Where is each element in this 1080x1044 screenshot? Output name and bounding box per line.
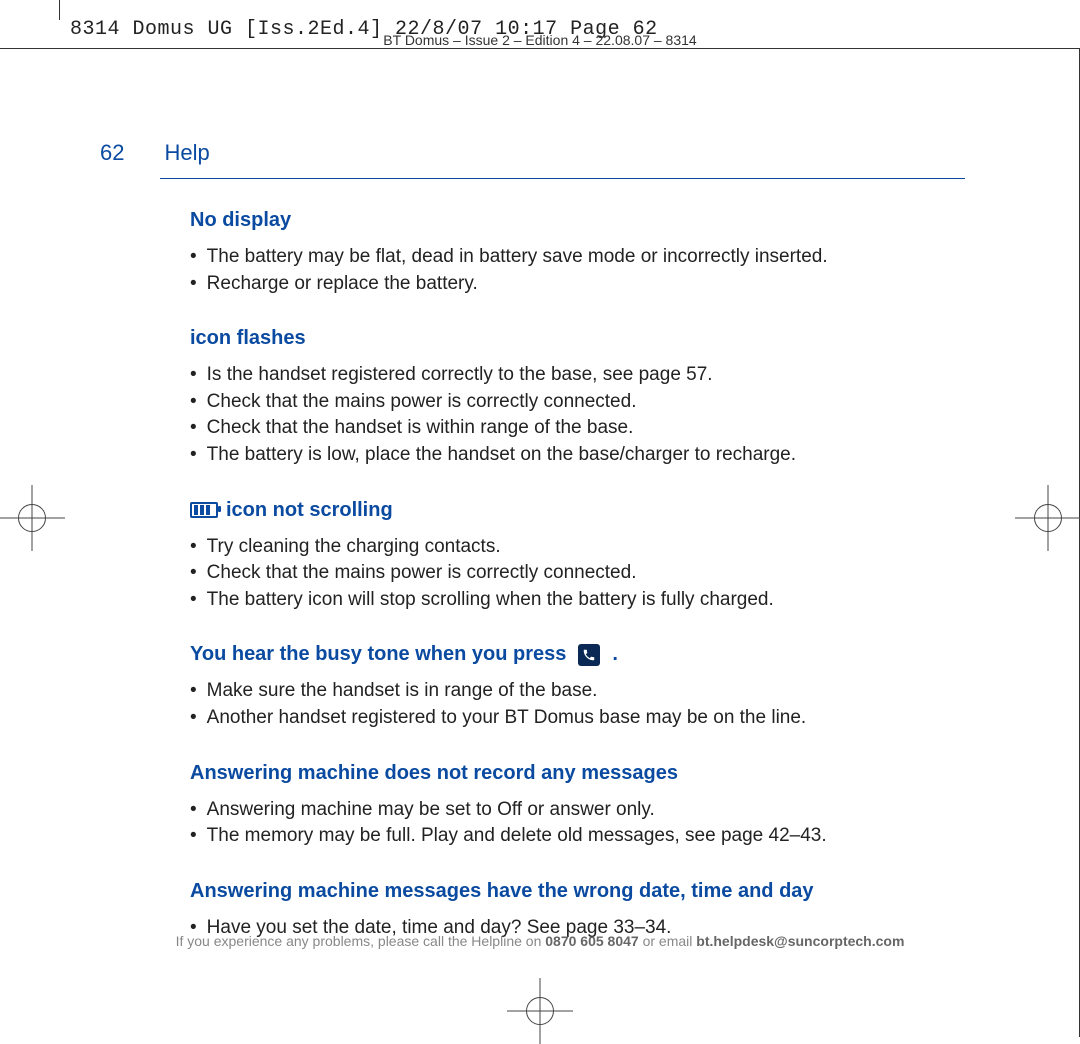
subheading-busy-tone: You hear the busy tone when you press .: [190, 643, 965, 666]
list-busy-tone: Make sure the handset is in range of the…: [190, 678, 965, 731]
list-item: The battery is low, place the handset on…: [190, 442, 965, 469]
list-item: Recharge or replace the battery.: [190, 271, 965, 298]
list-icon-not-scrolling: Try cleaning the charging contacts. Chec…: [190, 534, 965, 614]
subheading-icon-not-scrolling: icon not scrolling: [190, 499, 965, 522]
subheading-text-b: .: [612, 643, 618, 666]
subheading-am-wrong-date: Answering machine messages have the wron…: [190, 880, 965, 903]
subheading-icon-flashes: icon flashes: [190, 327, 965, 350]
list-item: The battery may be flat, dead in battery…: [190, 244, 965, 271]
list-no-display: The battery may be flat, dead in battery…: [190, 244, 965, 297]
list-item: Is the handset registered correctly to t…: [190, 362, 965, 389]
subheading-no-display: No display: [190, 209, 965, 232]
footer-text-pre: If you experience any problems, please c…: [176, 933, 546, 949]
list-item: Make sure the handset is in range of the…: [190, 678, 965, 705]
list-item: The memory may be full. Play and delete …: [190, 823, 965, 850]
section-title: Help: [164, 140, 209, 166]
footer-email: bt.helpdesk@suncorptech.com: [696, 933, 904, 949]
footer-phone: 0870 605 8047: [545, 933, 638, 949]
page-number: 62: [100, 140, 124, 166]
list-item: Another handset registered to your BT Do…: [190, 705, 965, 732]
title-rule: [160, 178, 965, 179]
subheading-text: icon not scrolling: [226, 499, 393, 522]
call-key-icon: [578, 644, 600, 666]
crop-mark: [0, 48, 60, 49]
list-item: The battery icon will stop scrolling whe…: [190, 587, 965, 614]
battery-icon: [190, 502, 218, 518]
subheading-text: icon flashes: [190, 327, 306, 350]
subheading-am-no-record: Answering machine does not record any me…: [190, 762, 965, 785]
doc-version-header: BT Domus – Issue 2 – Edition 4 – 22.08.0…: [0, 32, 1080, 48]
footer-help: If you experience any problems, please c…: [0, 933, 1080, 949]
footer-text-mid: or email: [643, 933, 697, 949]
page-content: 62 Help No display The battery may be fl…: [100, 140, 965, 941]
list-item: Check that the mains power is correctly …: [190, 560, 965, 587]
list-icon-flashes: Is the handset registered correctly to t…: [190, 362, 965, 468]
list-item: Try cleaning the charging contacts.: [190, 534, 965, 561]
list-item: Check that the handset is within range o…: [190, 415, 965, 442]
list-item: Check that the mains power is correctly …: [190, 389, 965, 416]
subheading-text-a: You hear the busy tone when you press: [190, 643, 566, 666]
list-am-no-record: Answering machine may be set to Off or a…: [190, 797, 965, 850]
list-item: Answering machine may be set to Off or a…: [190, 797, 965, 824]
crop-mark: [59, 0, 60, 20]
